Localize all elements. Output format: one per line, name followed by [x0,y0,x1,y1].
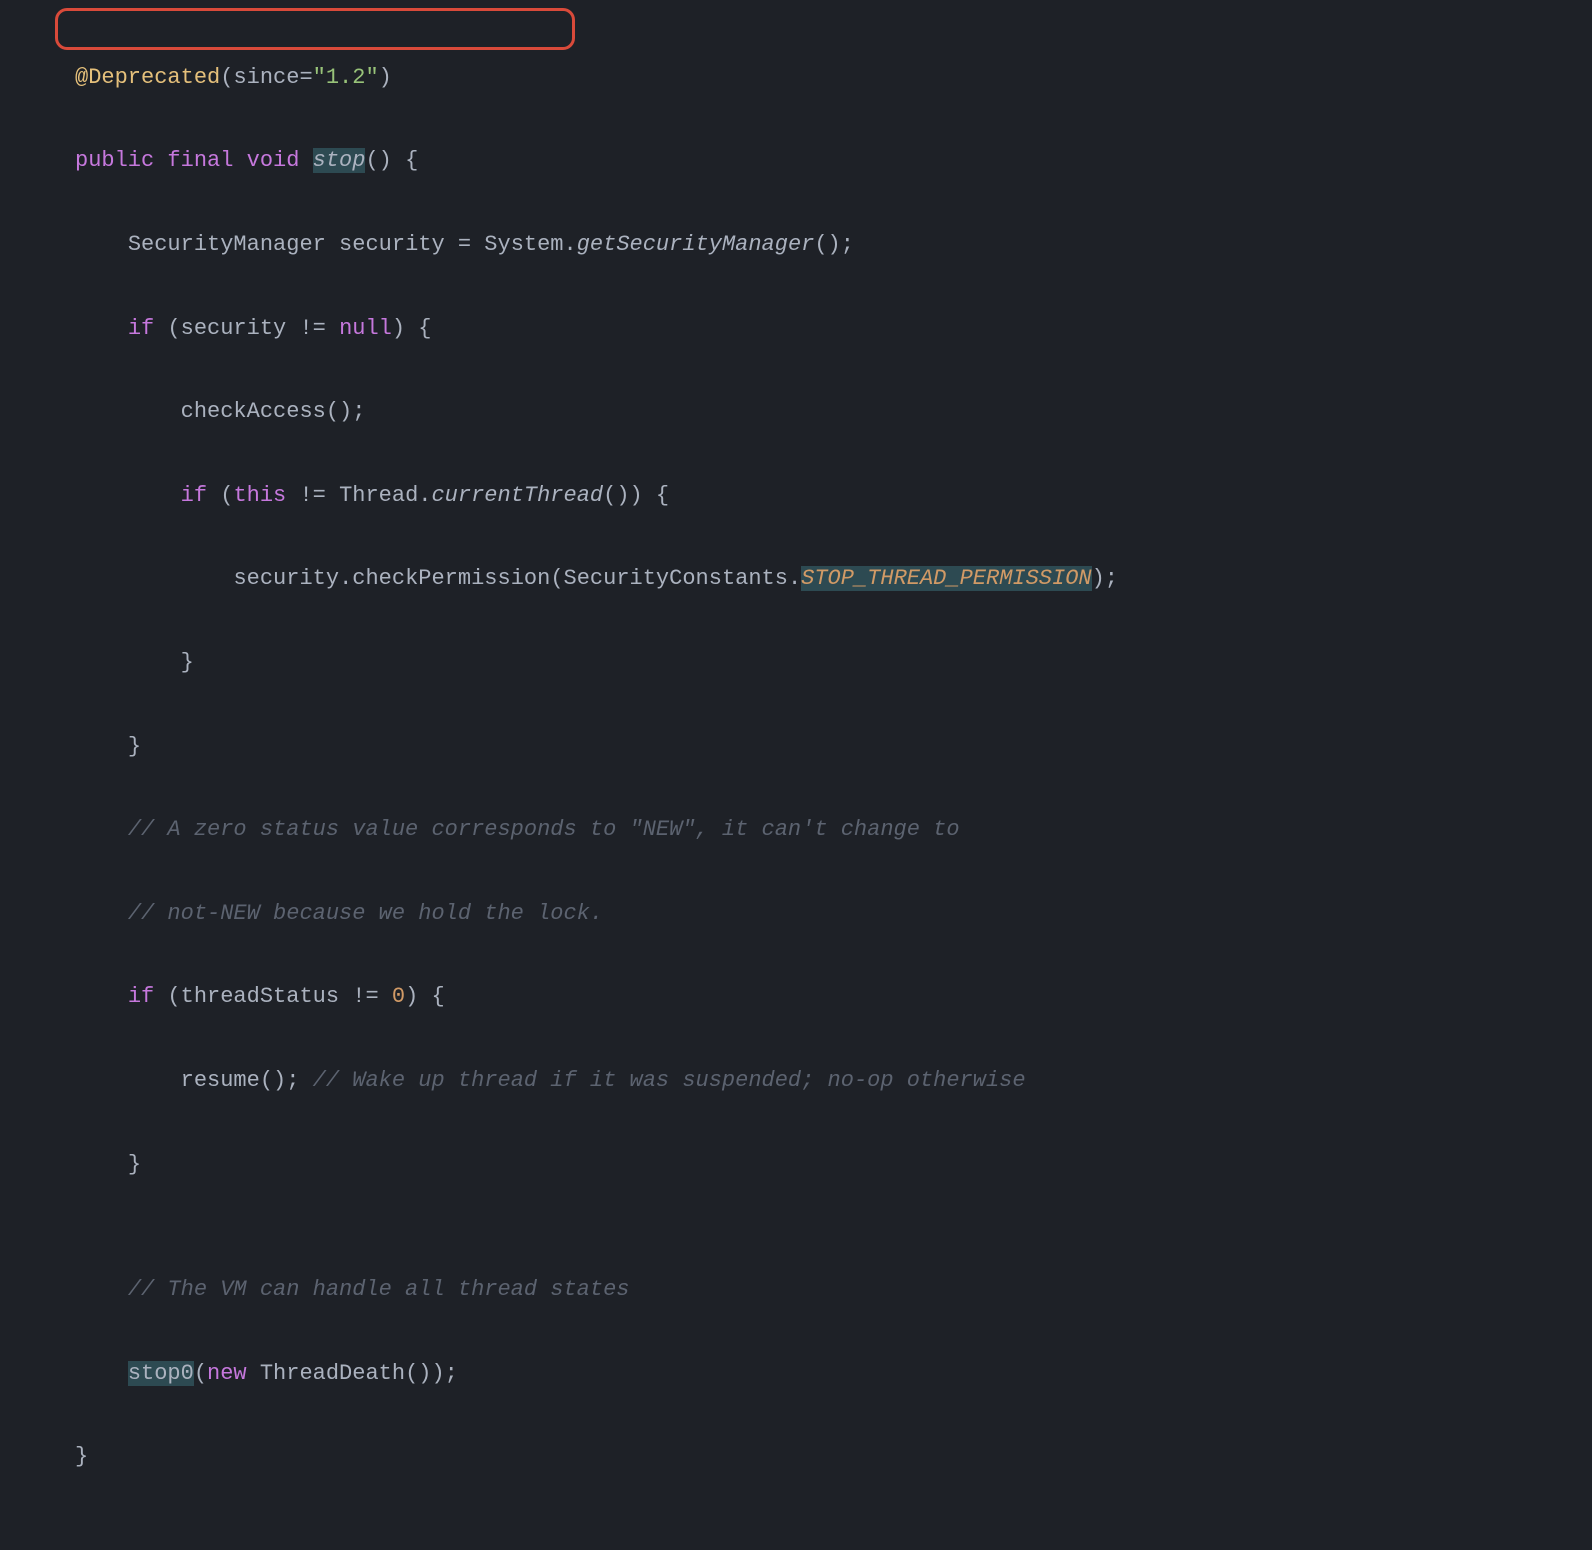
indent-guide [75,316,128,341]
identifier-token: security [181,316,300,341]
code-line[interactable]: public final void stop() { [75,140,1592,182]
brace-token: } [75,1444,88,1469]
keyword-token: public [75,148,154,173]
constant-token: STOP_THREAD_PERMISSION [801,566,1091,591]
code-line[interactable]: } [75,726,1592,768]
code-line[interactable]: // The VM can handle all thread states [75,1269,1592,1311]
operator-token: != [352,984,378,1009]
type-token: Thread [339,483,418,508]
comment-token: // not-NEW because we hold the lock. [128,901,603,926]
method-call-token: resume(); [181,1068,313,1093]
identifier-token: security [233,566,339,591]
brace-token: { [643,483,669,508]
paren-token: (); [814,232,854,257]
comment-token: // Wake up thread if it was suspended; n… [313,1068,1026,1093]
code-line[interactable]: // A zero status value corresponds to "N… [75,809,1592,851]
indent-guide [75,1068,181,1093]
code-line[interactable]: resume(); // Wake up thread if it was su… [75,1060,1592,1102]
code-line[interactable]: if (this != Thread.currentThread()) { [75,475,1592,517]
paren-token: ( [207,483,233,508]
indent-guide [75,399,181,424]
method-call-token: checkAccess(); [181,399,366,424]
space-token [326,316,339,341]
paren-token: () [365,148,391,173]
type-token: SecurityManager [128,232,326,257]
paren-token: ) [405,984,418,1009]
paren-token: ( [194,1361,207,1386]
code-line[interactable]: checkAccess(); [75,391,1592,433]
dot-token: . [564,232,577,257]
code-line[interactable]: // not-NEW because we hold the lock. [75,893,1592,935]
operator-token: != [299,316,325,341]
code-line[interactable]: stop0(new ThreadDeath()); [75,1353,1592,1395]
space-token [379,984,392,1009]
dot-token: . [339,566,352,591]
indent-guide [75,566,233,591]
indent-guide [75,1277,128,1302]
brace-token: { [392,148,418,173]
method-call-token: stop0 [128,1361,194,1386]
indent-guide [75,984,128,1009]
keyword-token: void [247,148,300,173]
indent-guide [75,483,181,508]
indent-guide [75,650,181,675]
code-line[interactable]: security.checkPermission(SecurityConstan… [75,558,1592,600]
keyword-token: if [128,316,154,341]
paren-token: ()) [603,483,643,508]
indent-guide [75,817,128,842]
code-editor-viewport[interactable]: @Deprecated(since="1.2") public final vo… [0,15,1592,1520]
code-line[interactable]: SecurityManager security = System.getSec… [75,224,1592,266]
method-call-token: currentThread [431,483,603,508]
indent-guide [75,1361,128,1386]
code-line[interactable]: @Deprecated(since="1.2") [75,57,1592,99]
code-line[interactable]: } [75,1436,1592,1478]
paren-token: ) [392,316,405,341]
dot-token: . [788,566,801,591]
operator-token: != [286,483,339,508]
dot-token: . [418,483,431,508]
identifier-token: threadStatus [181,984,353,1009]
identifier-token: System [471,232,563,257]
brace-token: } [128,734,141,759]
keyword-token: null [339,316,392,341]
paren-token: ( [220,65,233,90]
space-token [247,1361,260,1386]
method-call-token: checkPermission [352,566,550,591]
code-line[interactable]: } [75,1144,1592,1186]
brace-token: } [181,650,194,675]
code-line[interactable]: } [75,642,1592,684]
comment-token: // A zero status value corresponds to "N… [128,817,960,842]
method-call-token: getSecurityManager [577,232,815,257]
keyword-token: this [233,483,286,508]
string-token: "1.2" [313,65,379,90]
brace-token: { [418,984,444,1009]
annotation-token: @Deprecated [75,65,220,90]
method-name-token: stop [313,148,366,173]
keyword-token: new [207,1361,247,1386]
code-line[interactable]: if (threadStatus != 0) { [75,976,1592,1018]
param-token: since= [233,65,312,90]
paren-token: ( [550,566,563,591]
indent-guide [75,734,128,759]
operator-token: = [458,232,471,257]
paren-token: ( [154,984,180,1009]
number-token: 0 [392,984,405,1009]
indent-guide [75,232,128,257]
keyword-token: if [181,483,207,508]
comment-token: // The VM can handle all thread states [128,1277,630,1302]
paren-token: ) [379,65,392,90]
indent-guide [75,901,128,926]
brace-token: } [128,1152,141,1177]
paren-token: ()); [405,1361,458,1386]
type-token: ThreadDeath [260,1361,405,1386]
paren-token: ( [154,316,180,341]
type-token: SecurityConstants [564,566,788,591]
identifier-token: security [326,232,458,257]
brace-token: { [405,316,431,341]
indent-guide [75,1152,128,1177]
keyword-token: final [167,148,233,173]
paren-token: ); [1092,566,1118,591]
keyword-token: if [128,984,154,1009]
code-line[interactable]: if (security != null) { [75,308,1592,350]
